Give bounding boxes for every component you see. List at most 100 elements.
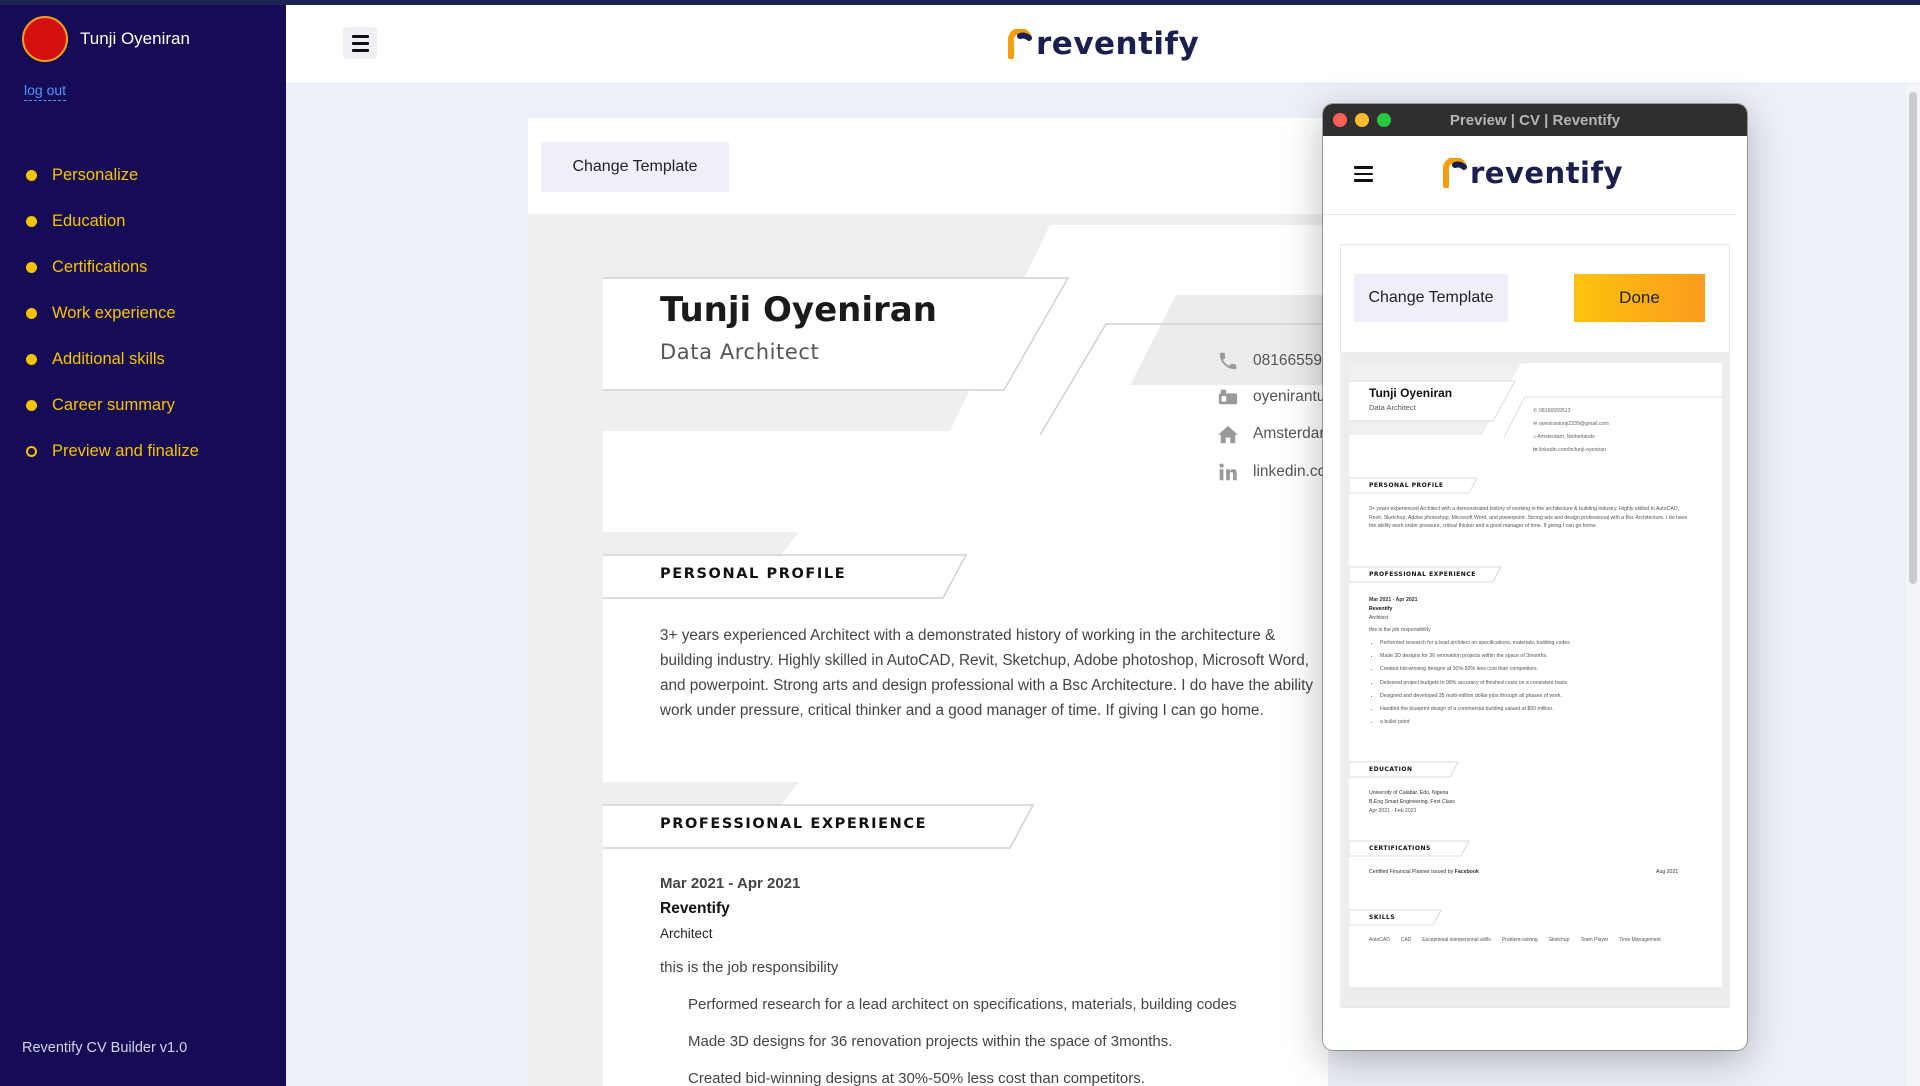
list-item: Delivered project budgets to 98% accurac…: [1380, 680, 1570, 693]
sidebar-item-label: Certifications: [52, 257, 148, 276]
preview-header-divider: [1323, 214, 1736, 215]
avatar[interactable]: [22, 16, 68, 62]
preview-job-bullets: Performed research for a lead architect …: [1380, 640, 1570, 732]
contact-address: Amsterdam, Netherlands: [1217, 424, 1328, 444]
sidebar-item-career-summary[interactable]: Career summary: [26, 382, 199, 428]
list-item: Handled the blueprint design of a commer…: [1380, 706, 1570, 719]
phone-icon: ✆: [1533, 408, 1538, 414]
sidebar-item-education[interactable]: Education: [26, 198, 199, 244]
preview-education-dates: Apr 2021 - Feb 2021: [1369, 808, 1417, 814]
sidebar-item-preview-and-finalize[interactable]: Preview and finalize: [26, 428, 199, 474]
preview-section-education: EDUCATION: [1369, 766, 1413, 773]
job-bullets: Performed research for a lead architect …: [688, 995, 1328, 1086]
preview-section-skills: SKILLS: [1369, 914, 1396, 921]
contact-text: oyenirantunji2339@gmail.com: [1253, 388, 1328, 405]
list-item: Made 3D designs for 36 renovation projec…: [1380, 653, 1570, 666]
app-version: Reventify CV Builder v1.0: [22, 1040, 188, 1056]
sidebar-item-personalize[interactable]: Personalize: [26, 152, 199, 198]
preview-job-summary: this is the job responsibility: [1369, 627, 1431, 633]
sidebar-item-certifications[interactable]: Certifications: [26, 244, 199, 290]
hamburger-icon: [1354, 166, 1373, 169]
profile-text: 3+ years experienced Architect with a de…: [660, 627, 1314, 719]
phone-icon: [1219, 352, 1237, 370]
skill-item: Team Player: [1580, 937, 1609, 943]
step-done-icon: [26, 399, 37, 411]
linkedin-icon: in: [1533, 447, 1538, 453]
sidebar-item-label: Preview and finalize: [52, 441, 199, 460]
certification-issuer: Facebook: [1454, 869, 1479, 875]
page-scrollbar-thumb[interactable]: [1909, 92, 1917, 584]
sidebar-item-label: Education: [52, 211, 126, 230]
preview-section-certifications: CERTIFICATIONS: [1369, 845, 1431, 852]
minimize-window-icon[interactable]: [1355, 113, 1369, 127]
logout-link[interactable]: log out: [24, 82, 67, 101]
preview-change-template-button[interactable]: Change Template: [1354, 274, 1508, 322]
brand-logo[interactable]: reventify: [1008, 26, 1199, 62]
step-done-icon: [26, 353, 37, 365]
preview-section-professional-experience: PROFESSIONAL EXPERIENCE: [1369, 571, 1476, 578]
section-title-professional-experience: PROFESSIONAL EXPERIENCE: [660, 816, 928, 832]
preview-section-personal-profile: PERSONAL PROFILE: [1369, 482, 1444, 489]
step-current-icon: [26, 445, 37, 457]
close-window-icon[interactable]: [1333, 113, 1347, 127]
list-item: a bullet point: [1380, 719, 1570, 732]
cv-name: Tunji Oyeniran: [660, 290, 937, 330]
home-icon: [1218, 425, 1238, 444]
preview-contact-address: ⌂ Amsterdam, Netherlands: [1533, 434, 1595, 440]
preview-brand-logo[interactable]: reventify: [1443, 156, 1623, 190]
contact-linkedin: linkedin.com/in/tunji-oyeniran: [1217, 461, 1328, 483]
preview-cv-paper: Tunji Oyeniran Data Architect ✆ 08166559…: [1349, 363, 1722, 987]
home-icon: ⌂: [1533, 434, 1537, 440]
preview-job-title: Architect: [1369, 615, 1389, 621]
job-title: Architect: [660, 926, 713, 941]
preview-contact-email: ✉ oyenirantunji2339@gmail.com: [1533, 421, 1609, 427]
list-item: Designed and developed 35 multi-million …: [1380, 693, 1570, 706]
step-done-icon: [26, 261, 37, 273]
mailbox-icon: ✉: [1533, 421, 1538, 427]
brand-name: reventify: [1036, 26, 1200, 62]
preview-contact-linkedin: in linkedin.com/in/tunji-oyeniran: [1533, 447, 1606, 453]
user-name: Tunji Oyeniran: [80, 29, 190, 48]
preview-profile-text: 3+ years experienced Architect with a de…: [1369, 506, 1688, 530]
preview-job-dates: Mar 2021 - Apr 2021: [1369, 597, 1418, 603]
certification-issued-by: issued by: [1431, 869, 1454, 875]
preview-certification-date: Aug 2021: [1656, 869, 1679, 875]
preview-certification: Certified Financial Planner issued by Fa…: [1369, 869, 1479, 875]
skill-item: Sketchup: [1548, 937, 1570, 943]
preview-education-degree: B.Eng Smart Engineering, First Class: [1369, 799, 1455, 805]
sidebar-item-label: Additional skills: [52, 349, 165, 368]
contact-text: 08166559513: [1253, 352, 1328, 369]
sidebar-item-work-experience[interactable]: Work experience: [26, 290, 199, 336]
change-template-button[interactable]: Change Template: [541, 142, 729, 192]
done-button[interactable]: Done: [1574, 274, 1705, 322]
contact-text: linkedin.com/in/tunji-oyeniran: [1253, 463, 1328, 480]
contact-phone: 08166559513: [1217, 350, 1328, 372]
reventify-logo-icon: [1008, 29, 1032, 59]
preview-cv-name: Tunji Oyeniran: [1369, 386, 1453, 400]
preview-skills-list: AutoCAD CAD Exceptional interpersonal sk…: [1369, 937, 1661, 943]
linkedin-icon: [1219, 463, 1237, 481]
menu-toggle-button[interactable]: [343, 27, 377, 59]
list-item: Created bid-winning designs at 30%-50% l…: [688, 1069, 1328, 1086]
cv-role: Data Architect: [660, 340, 820, 364]
hamburger-icon: [351, 34, 369, 38]
preview-education-school: University of Calabar, Edo, Nigeria: [1369, 790, 1449, 796]
list-item: Performed research for a lead architect …: [1380, 640, 1570, 653]
reventify-logo-icon: [1443, 158, 1467, 188]
preview-window: Preview | CV | Reventify reventify Chang…: [1323, 104, 1747, 1050]
contact-email: oyenirantunji2339@gmail.com: [1217, 387, 1328, 407]
mailbox-icon: [1218, 389, 1238, 405]
skill-item: AutoCAD: [1369, 937, 1390, 943]
preview-menu-toggle[interactable]: [1354, 166, 1373, 182]
zoom-window-icon[interactable]: [1377, 113, 1391, 127]
section-title-personal-profile: PERSONAL PROFILE: [660, 566, 847, 582]
skill-item: Exceptional interpersonal skills: [1422, 937, 1491, 943]
preview-job-company: Reventify: [1369, 606, 1393, 612]
list-item: Made 3D designs for 36 renovation projec…: [688, 1032, 1328, 1069]
sidebar-item-label: Personalize: [52, 165, 139, 184]
preview-contact-phone: ✆ 08166559513: [1533, 408, 1571, 414]
skill-item: CAD: [1400, 937, 1412, 943]
sidebar-item-additional-skills[interactable]: Additional skills: [26, 336, 199, 382]
step-done-icon: [26, 307, 37, 319]
contact-text: Amsterdam, Netherlands: [1253, 425, 1328, 442]
